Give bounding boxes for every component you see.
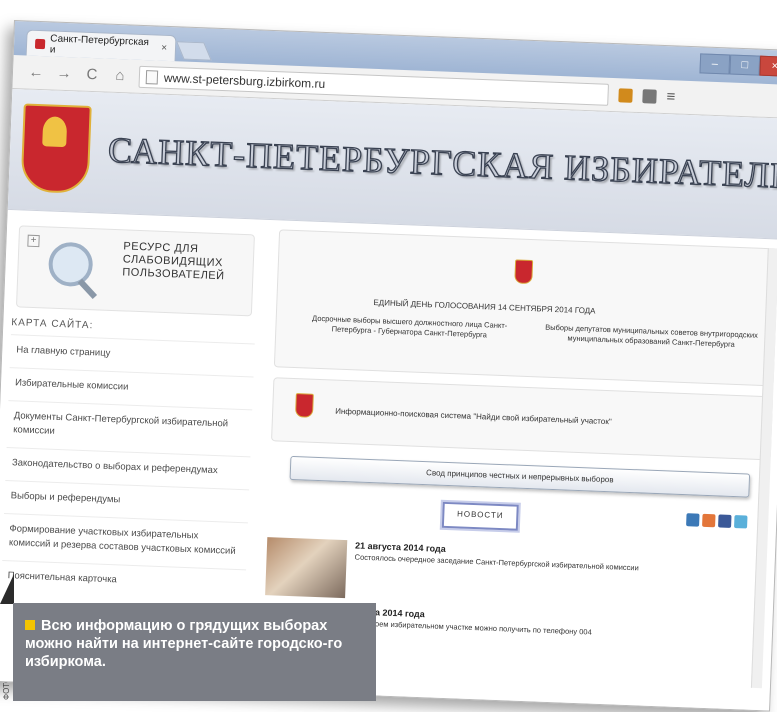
tab-title: Санкт-Петербургская и (49, 32, 150, 56)
site-title: САНКТ-ПЕТЕРБУРГСКАЯ ИЗБИРАТЕЛЬНАЯ КОМ (107, 129, 777, 203)
tab-close-icon[interactable]: × (161, 43, 167, 54)
voting-day-title: ЕДИНЫЙ ДЕНЬ ГОЛОСОВАНИЯ 14 СЕНТЯБРЯ 2014… (373, 298, 596, 316)
url-text: www.st-petersburg.izbirkom.ru (163, 70, 326, 91)
main-content: ЕДИНЫЙ ДЕНЬ ГОЛОСОВАНИЯ 14 СЕНТЯБРЯ 2014… (263, 229, 777, 662)
back-button[interactable]: ← (27, 63, 46, 82)
close-window-button[interactable]: × (759, 55, 777, 77)
new-tab-button[interactable] (176, 41, 212, 61)
municipal-election-link[interactable]: Выборы депутатов муниципальных советов в… (536, 322, 767, 351)
news-date: 21 августа 2014 года (354, 540, 446, 554)
caption-text: Всю информацию о грядущих выборах можно … (25, 618, 343, 670)
accessibility-resource-label: РЕСУРС ДЛЯ СЛАБОВИДЯЩИХ ПОЛЬЗОВАТЕЛЕЙ (122, 240, 225, 283)
photo-caption: Всю информацию о грядущих выборах можно … (13, 603, 376, 701)
news-text[interactable]: Состоялось очередное заседание Санкт-Пет… (354, 552, 638, 572)
corner-decoration (0, 574, 14, 604)
menu-icon[interactable]: ≡ (666, 88, 675, 105)
magnifier-icon (47, 241, 94, 288)
favicon-icon (34, 38, 46, 49)
page-icon (145, 69, 159, 85)
expand-icon[interactable]: + (27, 234, 40, 248)
extension-icon[interactable] (618, 87, 633, 103)
polling-station-search-label: Информационно-поисковая система "Найди с… (335, 406, 612, 427)
elections-panel: ЕДИНЫЙ ДЕНЬ ГОЛОСОВАНИЯ 14 СЕНТЯБРЯ 2014… (273, 229, 777, 387)
twitter-icon[interactable] (686, 513, 700, 527)
minimize-button[interactable]: – (699, 53, 731, 75)
facebook-icon[interactable] (718, 514, 732, 528)
principles-button[interactable]: Свод принципов честных и непрерывных выб… (289, 455, 751, 498)
rss-icon[interactable] (702, 513, 716, 528)
extension-icon[interactable] (642, 88, 657, 104)
coat-of-arms-icon (20, 103, 92, 194)
sidebar: + РЕСУРС ДЛЯ СЛАБОВИДЯЩИХ ПОЛЬЗОВАТЕЛЕЙ … (0, 219, 267, 603)
home-button[interactable]: ⌂ (111, 66, 130, 85)
vk-icon[interactable] (734, 515, 748, 529)
news-photo (265, 537, 348, 599)
coat-of-arms-icon (514, 259, 534, 285)
reload-button[interactable]: C (83, 65, 102, 84)
governor-election-link[interactable]: Досрочные выборы высшего должностного ли… (294, 313, 525, 342)
news-button[interactable]: НОВОСТИ (441, 501, 519, 531)
forward-button[interactable]: → (55, 64, 74, 83)
coat-of-arms-icon (294, 393, 314, 418)
caption-marker (25, 620, 35, 630)
polling-station-search-banner[interactable]: Информационно-поисковая система "Найди с… (271, 377, 774, 461)
news-text[interactable]: Все о своем избирательном участке можно … (346, 618, 592, 636)
maximize-button[interactable]: □ (729, 54, 761, 76)
accessibility-resource-link[interactable]: + РЕСУРС ДЛЯ СЛАБОВИДЯЩИХ ПОЛЬЗОВАТЕЛЕЙ (15, 225, 255, 317)
